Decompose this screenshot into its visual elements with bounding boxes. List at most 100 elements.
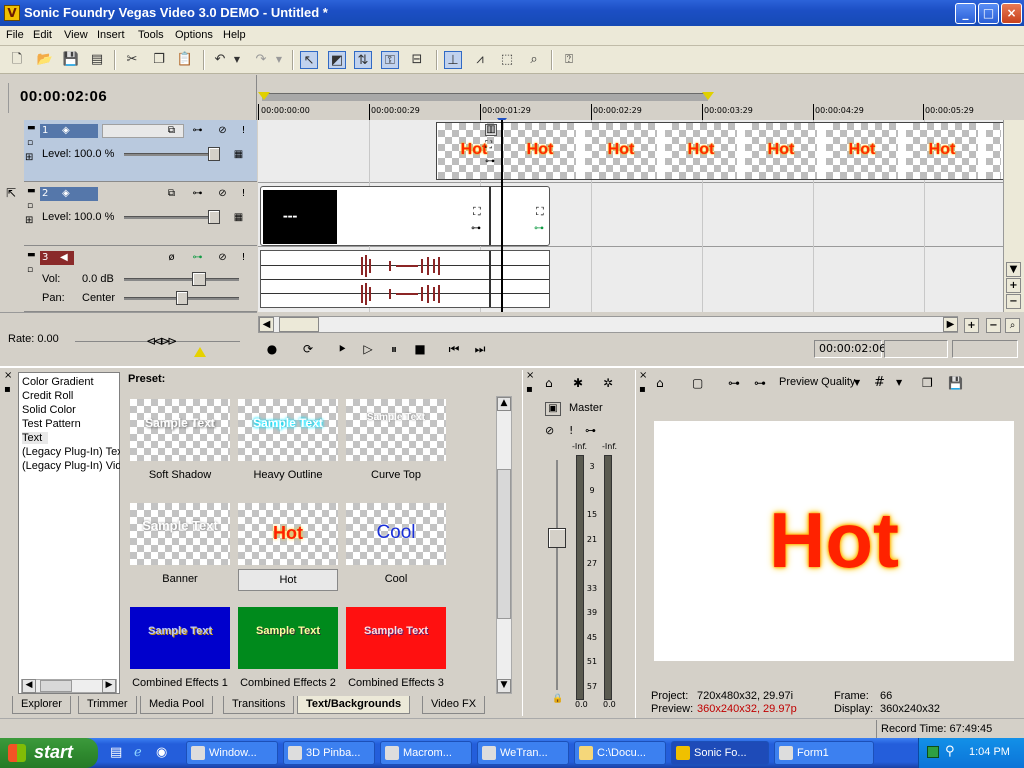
menu-insert[interactable]: Insert [97, 29, 125, 41]
mute-icon[interactable]: ⊘ [215, 123, 230, 138]
preset-combined-effects-1[interactable]: Sample Text Combined Effects 1 [126, 603, 234, 695]
maximize-button[interactable]: □ [978, 3, 999, 24]
menu-options[interactable]: Options [175, 29, 213, 41]
title-bar[interactable]: V Sonic Foundry Vegas Video 3.0 DEMO - U… [0, 0, 1024, 26]
properties-icon[interactable]: ▤ [88, 51, 106, 69]
copy-snapshot-icon[interactable]: ❐ [922, 376, 933, 390]
tab-text-backgrounds[interactable]: Text/Backgrounds [297, 696, 411, 714]
list-item[interactable]: Solid Color [22, 404, 120, 416]
record-icon[interactable]: ● [262, 340, 282, 358]
invert-phase-icon[interactable]: ø [164, 250, 179, 265]
tray-app-icon[interactable] [927, 746, 939, 758]
scroll-left-button[interactable]: ◀ [22, 679, 36, 693]
play-icon[interactable]: ▷ [358, 340, 378, 358]
auto-crossfade-icon[interactable]: ⚿ [381, 51, 399, 69]
save-icon[interactable]: 💾 [62, 51, 80, 69]
taskbar-item[interactable]: 3D Pinba... [283, 741, 375, 765]
track-minimize-icon[interactable]: ▬ [27, 186, 36, 196]
paste-icon[interactable]: 📋 [176, 51, 194, 69]
external-monitor-icon[interactable]: ▢ [692, 376, 703, 390]
track-hierarchy-icon[interactable]: ⊞ [25, 152, 33, 163]
preset-soft-shadow[interactable]: Sample Text Soft Shadow [126, 395, 234, 499]
cut-icon[interactable]: ✂ [123, 51, 141, 69]
track-minimize-icon[interactable]: ▬ [27, 250, 36, 260]
preview-properties-icon[interactable]: ⌂ [656, 376, 664, 390]
event-fx-icon[interactable]: ⊶ [534, 223, 544, 234]
tab-trimmer[interactable]: Trimmer [78, 696, 137, 714]
scroll-thumb[interactable] [279, 317, 319, 332]
split-icon[interactable]: ⊥ [444, 51, 462, 69]
track-expand-box-icon[interactable]: ▫ [27, 265, 33, 275]
track-header-2[interactable]: ▬ ▫ ⊞ 2 ◈ ⧉ ⊶ ⊘ ! Level: 100.0 % ▦ [24, 183, 257, 246]
overlays-grid-icon[interactable]: # [874, 375, 885, 390]
app-icon[interactable]: V [4, 5, 20, 21]
track-minimize-icon[interactable]: ▬ [27, 123, 36, 133]
quicklaunch-desktop-icon[interactable]: ▤ [110, 745, 122, 760]
level-slider-knob[interactable] [208, 147, 220, 161]
master-fx-icon[interactable]: ⊶ [585, 424, 596, 437]
scroll-right-button[interactable]: ▶ [943, 317, 958, 332]
menu-file[interactable]: File [6, 29, 24, 41]
go-to-end-icon[interactable]: ⏭ [470, 340, 490, 358]
master-fader-track[interactable] [556, 460, 558, 690]
solo-icon[interactable]: ! [236, 250, 251, 265]
close-dock-icon[interactable]: × [4, 370, 12, 381]
loop-start-marker[interactable] [258, 92, 270, 100]
level-slider-knob[interactable] [208, 210, 220, 224]
list-item[interactable]: (Legacy Plug-In) Video [22, 460, 120, 472]
zoom-out-vertical-button[interactable]: − [1006, 294, 1021, 309]
menu-tools[interactable]: Tools [138, 29, 164, 41]
list-item[interactable]: (Legacy Plug-In) Text [22, 446, 120, 458]
menu-help[interactable]: Help [223, 29, 246, 41]
taskbar-item[interactable]: Macrom... [380, 741, 472, 765]
snap-icon[interactable]: ⊟ [408, 51, 426, 69]
media-generator-list[interactable]: Color Gradient Credit Roll Solid Color T… [18, 372, 120, 694]
list-item-selected[interactable]: Text [22, 432, 48, 444]
undo-dropdown-icon[interactable]: ▼ [231, 51, 243, 69]
preset-curve-top[interactable]: Sample Text Curve Top [342, 395, 450, 499]
ripple-edit-icon[interactable]: ⇅ [354, 51, 372, 69]
taskbar-item-active[interactable]: Sonic Fo... [671, 741, 769, 765]
track-expand-icon[interactable]: ⇱ [6, 186, 16, 200]
zoom-tool-icon[interactable]: ⌕ [1005, 318, 1020, 333]
taskbar-item[interactable]: WeTran... [477, 741, 569, 765]
solo-icon[interactable]: ! [236, 186, 251, 201]
mute-icon[interactable]: ⊘ [215, 250, 230, 265]
preset-combined-effects-3[interactable]: Sample Text Combined Effects 3 [342, 603, 450, 695]
audio-event-clip[interactable] [260, 250, 550, 308]
loop-region-bar[interactable] [262, 93, 708, 101]
track-header-3[interactable]: ▬ ▫ 3 ◀ ø ⊶ ⊘ ! Vol: 0.0 dB Pan: Center [24, 247, 257, 312]
timeline[interactable]: Hot Hot Hot Hot Hot Hot Hot ▥ ⛶ ⊶ ▬▬▬ ⛶ … [258, 120, 1003, 312]
preset-banner[interactable]: Sample Text Banner [126, 499, 234, 603]
pan-slider-knob[interactable] [176, 291, 188, 305]
scroll-down-button[interactable]: ▼ [497, 679, 511, 693]
vol-slider-knob[interactable] [192, 272, 206, 286]
master-mute-icon[interactable]: ⊘ [545, 424, 554, 437]
split-screen-icon[interactable]: ⊶ [754, 376, 766, 390]
level-slider-track[interactable] [124, 153, 219, 156]
stop-icon[interactable]: ■ [410, 340, 430, 358]
redo-icon[interactable]: ↷ [252, 51, 270, 69]
video-event-clip[interactable]: ▬▬▬ ⛶ ⊶ ⛶ ⊶ [260, 186, 550, 246]
timeline-vertical-scrollbar[interactable]: ▼ + − [1003, 120, 1024, 312]
event-pan-crop-icon[interactable]: ▥ [485, 124, 497, 136]
scroll-right-button[interactable]: ▶ [102, 679, 116, 693]
play-from-start-icon[interactable]: ⯈ [332, 340, 352, 358]
loop-playback-icon[interactable]: ⟳ [298, 340, 318, 358]
event-crop-icon[interactable]: ⛶ [473, 205, 481, 219]
track-motion-icon[interactable]: ⧉ [164, 123, 179, 138]
insert-fx-icon[interactable]: ✲ [603, 376, 613, 390]
preset-cool[interactable]: Cool Cool [342, 499, 450, 603]
loop-end-marker[interactable] [702, 92, 714, 100]
track-fx-icon[interactable]: ⊶ [190, 186, 205, 201]
taskbar-item[interactable]: Form1 [774, 741, 874, 765]
video-output-fx-icon[interactable]: ⊶ [728, 376, 740, 390]
overlays-dropdown-icon[interactable]: ▼ [896, 378, 902, 387]
copy-icon[interactable]: ❐ [150, 51, 168, 69]
selection-icon[interactable]: ⬚ [498, 51, 516, 69]
event-crop-icon[interactable]: ⛶ [536, 205, 544, 219]
event-fx-icon[interactable]: ⊶ [471, 223, 481, 234]
scroll-thumb[interactable] [40, 680, 72, 692]
taskbar-item[interactable]: Window... [186, 741, 278, 765]
track-expand-box-icon[interactable]: ▫ [27, 138, 33, 148]
